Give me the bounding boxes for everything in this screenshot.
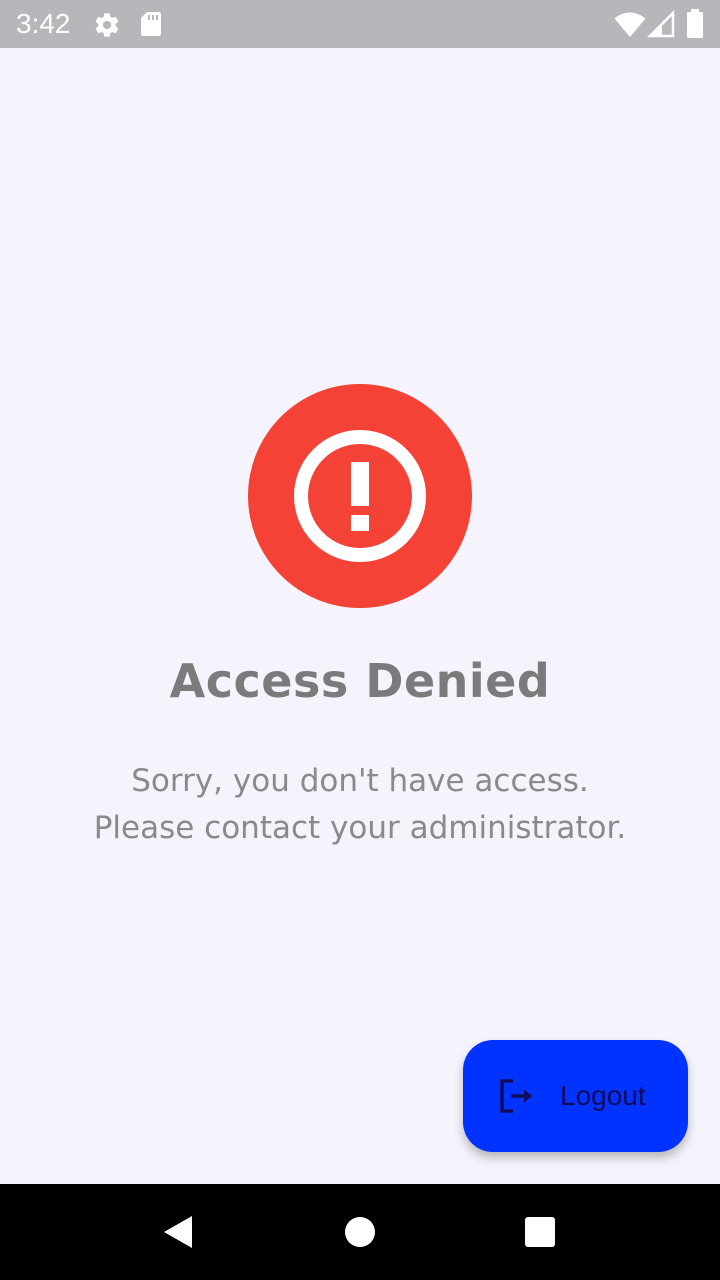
error-message-line-1: Sorry, you don't have access. bbox=[131, 763, 589, 799]
logout-button[interactable]: Logout bbox=[463, 1040, 688, 1152]
recents-icon bbox=[525, 1217, 555, 1247]
navigation-bar bbox=[0, 1184, 720, 1280]
screen: 3:42 Access Denied Sorry, you don't have… bbox=[0, 0, 720, 1280]
battery-icon bbox=[687, 9, 703, 38]
status-time: 3:42 bbox=[16, 8, 71, 39]
status-bar: 3:42 bbox=[0, 0, 720, 48]
back-icon bbox=[164, 1216, 192, 1248]
error-message: Sorry, you don't have access. Please con… bbox=[40, 758, 680, 852]
error-exclamation-icon bbox=[248, 384, 472, 608]
sd-card-icon bbox=[141, 12, 161, 36]
logout-label: Logout bbox=[560, 1080, 646, 1111]
wifi-icon bbox=[614, 12, 646, 37]
nav-back-button[interactable] bbox=[130, 1184, 226, 1280]
cell-signal-icon bbox=[647, 10, 675, 38]
settings-gear-icon bbox=[95, 13, 119, 37]
home-icon bbox=[345, 1217, 375, 1247]
logout-icon bbox=[500, 1079, 532, 1113]
nav-recents-button[interactable] bbox=[492, 1184, 588, 1280]
error-message-line-2: Please contact your administrator. bbox=[93, 810, 627, 846]
page-title: Access Denied bbox=[169, 654, 551, 708]
nav-home-button[interactable] bbox=[312, 1184, 408, 1280]
